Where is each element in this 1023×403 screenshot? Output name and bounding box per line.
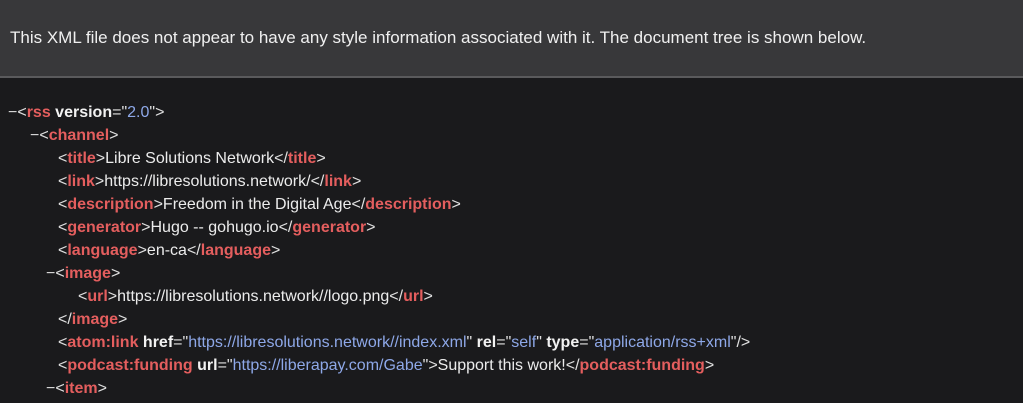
xml-line-atom-link: <atom:link href="https://libresolutions.… xyxy=(58,334,751,351)
element-text: Libre Solutions Network xyxy=(105,150,275,167)
tag-name: generator xyxy=(292,219,367,236)
tag-name: generator xyxy=(67,219,142,236)
attr-name: version xyxy=(55,104,113,121)
tag-name: description xyxy=(67,196,154,213)
tag-name: title xyxy=(67,150,96,167)
tag-name: url xyxy=(87,288,108,305)
element-text: Support this work! xyxy=(437,357,566,374)
tag-name: atom:link xyxy=(67,334,139,351)
attr-value: 2.0 xyxy=(127,104,150,121)
attr-value: application/rss+xml xyxy=(594,334,731,351)
tag-name: link xyxy=(324,173,352,190)
xml-line-rss: −<rss version="2.0"> xyxy=(8,104,165,121)
attr-value: https://liberapay.com/Gabe xyxy=(232,357,423,374)
tag-name: url xyxy=(403,288,424,305)
element-text: Freedom in the Digital Age xyxy=(162,196,352,213)
xml-line-url: <url>https://libresolutions.network//log… xyxy=(78,288,433,305)
tag-name: title xyxy=(287,150,317,167)
xml-line-item: −<item> xyxy=(46,380,107,397)
banner-text: This XML file does not appear to have an… xyxy=(10,28,867,47)
element-text: en-ca xyxy=(146,242,187,259)
element-text: Hugo -- gohugo.io xyxy=(150,219,279,236)
tag-name: item xyxy=(64,380,98,397)
collapse-toggle-rss[interactable]: − xyxy=(8,104,17,121)
tag-name: rss xyxy=(26,104,51,121)
tag-name: channel xyxy=(48,127,110,144)
collapse-toggle-image[interactable]: − xyxy=(46,265,55,282)
xml-line-channel: −<channel> xyxy=(30,127,119,144)
tag-name: podcast:funding xyxy=(67,357,193,374)
tag-name: image xyxy=(71,311,119,328)
tag-name: image xyxy=(64,265,111,282)
attr-name: rel xyxy=(476,334,497,351)
collapse-toggle-item[interactable]: − xyxy=(46,380,55,397)
xml-line-title: <title>Libre Solutions Network</title> xyxy=(58,150,326,167)
tag-name: language xyxy=(67,242,138,259)
xml-line-podcast-funding: <podcast:funding url="https://liberapay.… xyxy=(58,357,715,374)
tag-name: language xyxy=(200,242,271,259)
element-text: https://libresolutions.network/ xyxy=(104,173,311,190)
xml-line-image-close: </image> xyxy=(58,311,128,328)
xml-line-link: <link>https://libresolutions.network/</l… xyxy=(58,173,362,190)
attr-name: type xyxy=(546,334,580,351)
attr-value: https://libresolutions.network//index.xm… xyxy=(188,334,467,351)
attr-name: url xyxy=(197,357,218,374)
xml-document-tree: −<rss version="2.0"> −<channel> <title>L… xyxy=(0,101,1023,400)
attr-name: href xyxy=(142,334,174,351)
attr-value: self xyxy=(511,334,537,351)
tag-name: podcast:funding xyxy=(579,357,705,374)
xml-line-generator: <generator>Hugo -- gohugo.io</generator> xyxy=(58,219,376,236)
tag-name: description xyxy=(365,196,452,213)
xml-info-banner: This XML file does not appear to have an… xyxy=(0,0,1023,78)
collapse-toggle-channel[interactable]: − xyxy=(30,127,39,144)
tag-name: link xyxy=(67,173,95,190)
xml-line-image: −<image> xyxy=(46,265,121,282)
xml-line-description: <description>Freedom in the Digital Age<… xyxy=(58,196,461,213)
element-text: https://libresolutions.network//logo.png xyxy=(117,288,390,305)
xml-line-language: <language>en-ca</language> xyxy=(58,242,281,259)
